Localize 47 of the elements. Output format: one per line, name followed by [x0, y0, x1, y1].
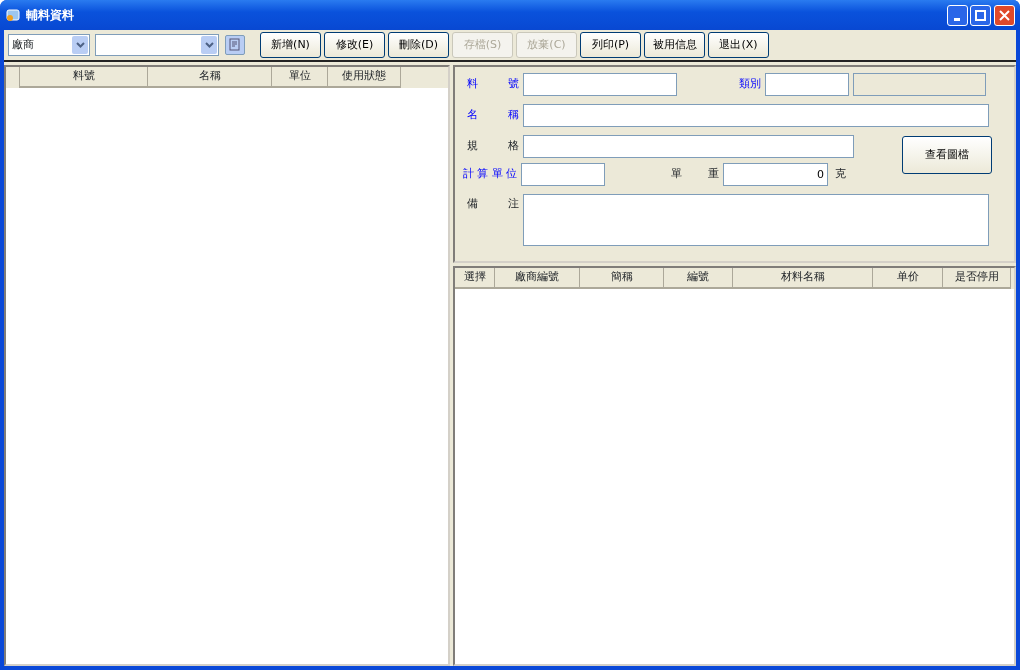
field-label: 備 注 — [467, 196, 519, 212]
minimize-icon — [954, 17, 960, 21]
filter-button[interactable] — [225, 35, 245, 55]
column-header: 單位 — [272, 67, 328, 88]
caret-icon — [75, 42, 85, 48]
field-label: 計算單位 — [463, 166, 517, 183]
column-header: 廠商編號 — [495, 268, 580, 289]
toolbar-button[interactable]: 新增(N) — [260, 32, 321, 58]
column-header: 料號 — [20, 67, 148, 88]
column-header: 簡稱 — [580, 268, 664, 289]
field-label: 規 格 — [467, 138, 519, 155]
view-image-button[interactable]: 查看圖檔 — [902, 136, 992, 174]
unit-field[interactable] — [521, 163, 605, 186]
maximize-button[interactable] — [970, 4, 992, 26]
toolbar-button[interactable]: 退出(X) — [708, 32, 769, 58]
code-field[interactable] — [523, 73, 677, 96]
column-header: 是否停用 — [943, 268, 1011, 289]
toolbar-button[interactable]: 修改(E) — [324, 32, 385, 58]
app-icon — [5, 7, 21, 23]
toolbar-button[interactable]: 刪除(D) — [388, 32, 449, 58]
toolbar-button[interactable]: 列印(P) — [580, 32, 641, 58]
toolbar-button[interactable]: 被用信息 — [644, 32, 705, 58]
close-icon — [999, 9, 1010, 21]
note-field[interactable] — [523, 194, 989, 246]
minimize-button[interactable] — [946, 4, 968, 26]
unit-text: 克 — [834, 166, 846, 183]
category-field[interactable] — [765, 73, 849, 96]
column-header: 单价 — [873, 268, 943, 289]
name-field[interactable] — [523, 104, 989, 127]
column-header: 選擇 — [455, 268, 495, 289]
column-header: 材料名稱 — [733, 268, 873, 289]
close-button[interactable] — [994, 4, 1015, 26]
window-title: 輔料資料 — [26, 7, 74, 24]
vendor-select[interactable]: 廠商 — [8, 34, 90, 56]
field-label: 名 稱 — [467, 107, 519, 124]
document-icon — [228, 38, 242, 52]
field-label: 單 重 — [671, 166, 719, 183]
column-header: 名稱 — [148, 67, 272, 88]
column-header: 使用狀態 — [328, 67, 401, 88]
spec-field[interactable] — [523, 135, 854, 158]
field-label: 類別 — [739, 76, 761, 93]
field-label: 料 號 — [467, 76, 519, 93]
column-header: 編號 — [664, 268, 733, 289]
weight-field[interactable]: 0 — [723, 163, 828, 186]
caret-icon — [204, 42, 214, 48]
search-select[interactable] — [95, 34, 219, 56]
maximize-icon — [975, 9, 987, 21]
